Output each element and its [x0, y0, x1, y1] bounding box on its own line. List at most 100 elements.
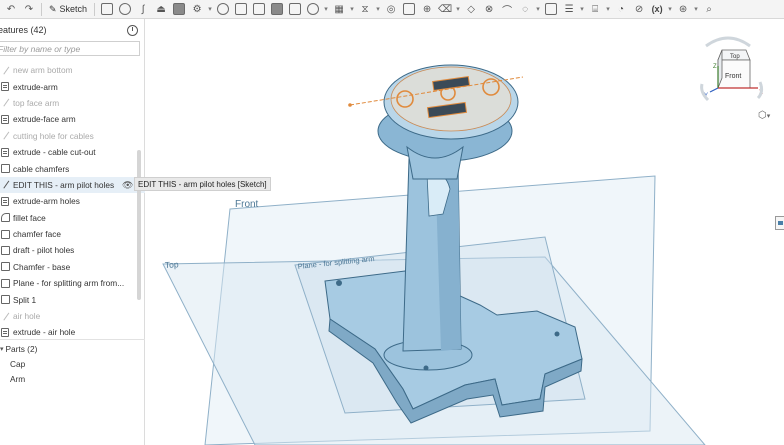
- undo-icon[interactable]: ↶: [2, 1, 20, 18]
- sketch-button[interactable]: ✎ Sketch: [45, 1, 91, 18]
- fillet-icon: [0, 213, 10, 223]
- sketch-icon: [0, 98, 10, 108]
- chevron-down-icon[interactable]: ▾: [454, 5, 462, 13]
- revolve-icon[interactable]: [116, 1, 134, 18]
- feature-row[interactable]: top face arm: [0, 95, 138, 111]
- pattern-icon[interactable]: ▦: [330, 1, 348, 18]
- surface-icon[interactable]: [542, 1, 560, 18]
- feature-label: draft - pilot holes: [13, 245, 75, 256]
- mirror-icon[interactable]: ⧖: [356, 1, 374, 18]
- loft-icon[interactable]: ⏏: [152, 1, 170, 18]
- feature-label: Split 1: [13, 294, 37, 305]
- split-icon[interactable]: [400, 1, 418, 18]
- view-cube-top-label: Top: [730, 54, 740, 60]
- chevron-down-icon[interactable]: ▾: [322, 5, 330, 13]
- shell-icon[interactable]: [286, 1, 304, 18]
- measure-icon[interactable]: ◔: [612, 1, 630, 18]
- view-cube-rotate-left-arrow: [700, 83, 710, 102]
- axis-y-line: [709, 87, 719, 93]
- extrude-icon: [0, 196, 10, 206]
- feature-row[interactable]: Split 1: [0, 291, 138, 307]
- feature-label: Chamfer - base: [13, 261, 71, 272]
- feature-icon: [0, 245, 10, 255]
- feature-filter: [0, 41, 140, 56]
- sketch-point: [348, 103, 352, 107]
- feature-panel-title: eatures (42): [0, 25, 47, 35]
- feature-icon: [0, 229, 10, 239]
- feature-row[interactable]: Chamfer - base: [0, 259, 138, 275]
- mate-connector-icon[interactable]: ⊗: [480, 1, 498, 18]
- sketch-icon: [0, 131, 10, 141]
- chevron-down-icon: ▾: [0, 346, 4, 353]
- hole-icon[interactable]: [304, 1, 322, 18]
- feature-label: cable chamfers: [13, 163, 70, 174]
- section-view-icon[interactable]: ⊘: [630, 1, 648, 18]
- rib-icon[interactable]: [268, 1, 286, 18]
- chevron-down-icon[interactable]: ▾: [534, 5, 542, 13]
- enclose-icon[interactable]: ⚙: [188, 1, 206, 18]
- curve-icon[interactable]: ◌: [516, 1, 534, 18]
- search-tools-icon[interactable]: ⌕: [700, 1, 718, 18]
- redo-icon[interactable]: ↷: [20, 1, 38, 18]
- sweep-icon[interactable]: ∫: [134, 1, 152, 18]
- eye-icon[interactable]: 👁: [122, 180, 133, 191]
- transform-icon[interactable]: ⊕: [418, 1, 436, 18]
- axis-z-label: Z: [713, 64, 717, 70]
- feature-row[interactable]: cable chamfers: [0, 160, 138, 176]
- history-clock-icon[interactable]: [127, 24, 138, 36]
- chevron-down-icon[interactable]: ▾: [206, 5, 214, 13]
- feature-row[interactable]: extrude-arm: [0, 78, 138, 94]
- sheet-metal-icon[interactable]: ☰: [560, 1, 578, 18]
- feature-row[interactable]: air hole: [0, 308, 138, 324]
- feature-row[interactable]: extrude - cable cut-out: [0, 144, 138, 160]
- feature-row[interactable]: chamfer face: [0, 226, 138, 242]
- chevron-down-icon[interactable]: ▾: [692, 5, 700, 13]
- frame-icon[interactable]: ⌸: [586, 1, 604, 18]
- chevron-down-icon[interactable]: ▾: [604, 5, 612, 13]
- view-tools: ⬡▾: [758, 110, 770, 121]
- variable-button[interactable]: (x): [648, 1, 666, 18]
- draft-icon[interactable]: [250, 1, 268, 18]
- fillet-icon[interactable]: [214, 1, 232, 18]
- feature-script-icon[interactable]: ⊛: [674, 1, 692, 18]
- chevron-down-icon[interactable]: ▾: [767, 113, 771, 120]
- feature-row[interactable]: new arm bottom: [0, 62, 138, 78]
- plane-icon[interactable]: ◇: [462, 1, 480, 18]
- extrude-icon[interactable]: [98, 1, 116, 18]
- front-plane-label: Front: [235, 199, 259, 210]
- feature-filter-input[interactable]: [0, 43, 137, 54]
- feature-label: extrude-arm: [13, 81, 58, 92]
- feature-row[interactable]: fillet face: [0, 210, 138, 226]
- feature-row[interactable]: cutting hole for cables: [0, 128, 138, 144]
- feature-icon: [0, 262, 10, 272]
- feature-row[interactable]: draft - pilot holes: [0, 242, 138, 258]
- feature-list: new arm bottom extrude-arm top face arm ext…: [0, 62, 145, 341]
- delete-part-icon[interactable]: ⌫: [436, 1, 454, 18]
- parts-header[interactable]: ▾ Parts (2): [0, 342, 145, 356]
- helix-icon[interactable]: ⌒: [498, 1, 516, 18]
- chevron-down-icon[interactable]: ▾: [374, 5, 382, 13]
- feature-list-scrollbar[interactable]: [137, 150, 141, 300]
- chevron-down-icon[interactable]: ▾: [348, 5, 356, 13]
- view-cube[interactable]: Top Front Z X Y: [688, 32, 768, 112]
- feature-row[interactable]: Plane - for splitting arm from...: [0, 275, 138, 291]
- feature-label: fillet face: [13, 212, 46, 223]
- right-panel-handle[interactable]: [775, 216, 784, 230]
- feature-row[interactable]: extrude-face arm: [0, 111, 138, 127]
- render-mode-icon[interactable]: ⬡: [758, 110, 767, 121]
- chevron-down-icon[interactable]: ▾: [578, 5, 586, 13]
- feature-tooltip: EDIT THIS - arm pilot holes [Sketch]: [134, 177, 271, 191]
- thicken-icon[interactable]: [170, 1, 188, 18]
- boolean-icon[interactable]: ◎: [382, 1, 400, 18]
- part-item-cap[interactable]: Cap: [0, 356, 145, 371]
- sketch-icon: [0, 311, 10, 321]
- chamfer-icon[interactable]: [232, 1, 250, 18]
- feature-row[interactable]: extrude-arm holes: [0, 193, 138, 209]
- base-hole: [336, 280, 342, 286]
- chevron-down-icon[interactable]: ▾: [666, 5, 674, 13]
- parts-section: ▾ Parts (2) Cap Arm: [0, 339, 145, 386]
- view-cube-orbit-arc: [705, 36, 751, 48]
- base-hole: [554, 331, 560, 337]
- part-item-arm[interactable]: Arm: [0, 371, 145, 386]
- feature-row[interactable]: EDIT THIS - arm pilot holes 👁: [0, 176, 145, 194]
